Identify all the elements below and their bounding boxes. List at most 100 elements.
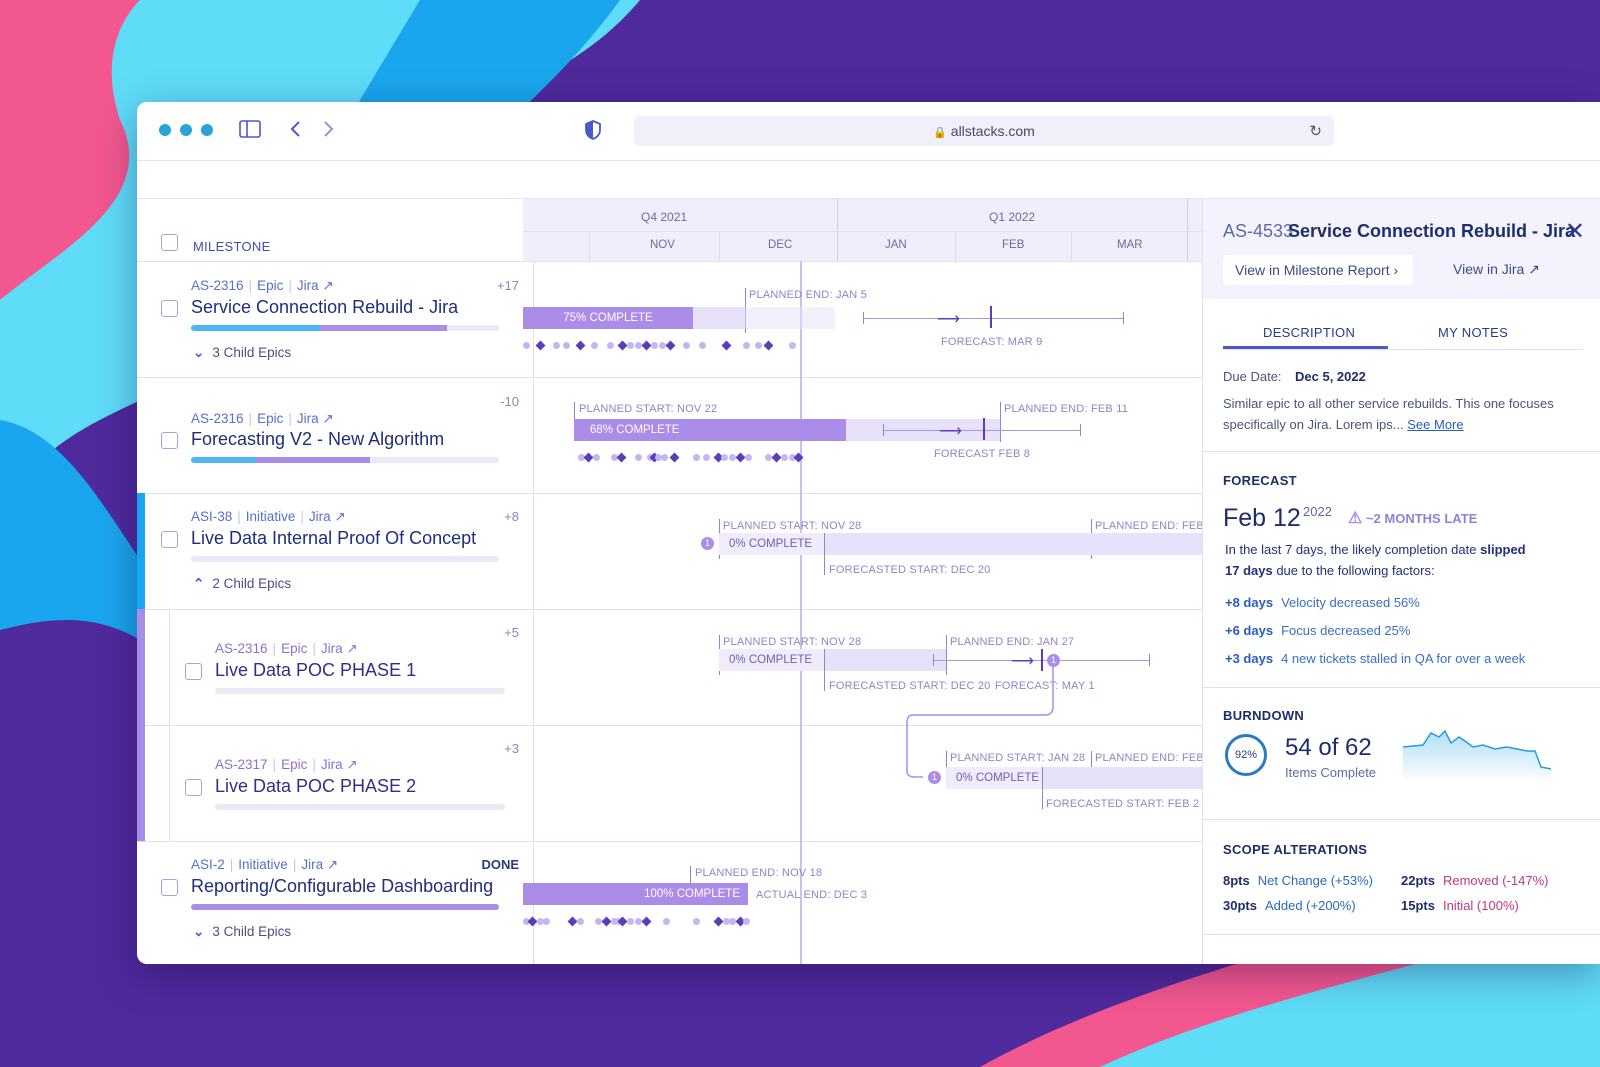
close-icon[interactable]: ✕ xyxy=(1565,217,1585,246)
row-checkbox[interactable] xyxy=(161,879,178,896)
activity-dot xyxy=(593,454,600,461)
external-link-icon[interactable]: ↗ xyxy=(346,757,357,772)
child-epics-toggle[interactable]: ⌄ 3 Child Epics xyxy=(193,924,291,940)
timeline-header: Q4 2021 Q1 2022 NOV DEC JAN FEB MAR xyxy=(523,199,1203,262)
planned-end-label: PLANNED END: JAN 27 xyxy=(950,636,1075,648)
month-label: FEB xyxy=(1002,239,1025,251)
forward-arrow-icon[interactable] xyxy=(323,120,335,142)
scope-alterations-header: SCOPE ALTERATIONS xyxy=(1223,842,1368,857)
forecast-bar[interactable] xyxy=(824,533,1203,555)
planned-start-label: PLANNED START: NOV 28 xyxy=(723,520,862,532)
see-more-link[interactable]: See More xyxy=(1407,417,1463,432)
chevron-down-icon: ⌄ xyxy=(193,345,205,360)
child-epics-toggle[interactable]: ⌃ 2 Child Epics xyxy=(193,576,291,592)
milestone-title[interactable]: Reporting/Configurable Dashboarding xyxy=(191,876,493,897)
gantt-progress-bar[interactable]: 68% COMPLETE xyxy=(574,419,846,441)
scope-item: 8pts Net Change (+53%) xyxy=(1223,873,1373,888)
row-checkbox[interactable] xyxy=(185,779,202,796)
milestone-column-header: MILESTONE xyxy=(193,239,271,254)
warning-icon: ⚠ xyxy=(1348,510,1363,527)
activity-dot xyxy=(721,340,732,351)
browser-toolbar: 🔒 allstacks.com ↻ xyxy=(137,102,1600,161)
child-epics-toggle[interactable]: ⌄ 3 Child Epics xyxy=(193,345,291,361)
milestone-row[interactable]: ASI-2 | Initiative | Jira ↗ DONE Reporting/C… xyxy=(137,841,533,964)
milestone-meta: AS-2316 | Epic | Jira ↗ xyxy=(191,411,334,426)
minimize-window-button[interactable] xyxy=(180,124,192,136)
day-delta: +17 xyxy=(496,278,519,293)
row-checkbox[interactable] xyxy=(185,663,202,680)
external-link-icon[interactable]: ↗ xyxy=(322,278,333,293)
milestone-title[interactable]: Service Connection Rebuild - Jira xyxy=(191,297,458,318)
activity-dot xyxy=(607,342,614,349)
milestone-meta: AS-2317 | Epic | Jira ↗ xyxy=(215,757,358,772)
forecast-year: 2022 xyxy=(1303,504,1332,519)
dependency-badge[interactable]: 1 xyxy=(928,771,941,784)
reload-icon[interactable]: ↻ xyxy=(1309,122,1322,140)
tab-my-notes[interactable]: MY NOTES xyxy=(1438,325,1508,340)
back-arrow-icon[interactable] xyxy=(289,120,301,142)
activity-dot xyxy=(616,452,627,463)
month-label: MAR xyxy=(1117,239,1143,251)
progress-bar xyxy=(191,556,499,562)
gantt-timeline: Q4 2021 Q1 2022 NOV DEC JAN FEB MAR PLAN… xyxy=(523,199,1203,964)
milestone-row[interactable]: AS-2316 | Epic | Jira ↗ -10 Forecasting V2 -… xyxy=(137,377,533,494)
external-link-icon: ↗ xyxy=(1528,261,1540,277)
view-in-jira-link[interactable]: View in Jira ↗ xyxy=(1453,261,1540,278)
planned-start-label: PLANNED START: JAN 28 xyxy=(950,752,1086,764)
activity-dot xyxy=(699,342,706,349)
activity-dot xyxy=(703,454,710,461)
milestone-row[interactable]: AS-2316 | Epic | Jira ↗ +5 Live Data POC PHA… xyxy=(137,609,533,841)
planned-start-label: PLANNED START: NOV 22 xyxy=(579,403,718,415)
milestone-title[interactable]: Live Data POC PHASE 2 xyxy=(215,776,416,797)
selected-indicator xyxy=(137,493,145,609)
forecast-explanation: In the last 7 days, the likely completio… xyxy=(1225,542,1526,578)
url-text: 🔒 allstacks.com xyxy=(933,123,1035,139)
gantt-progress-bar[interactable]: 100% COMPLETE xyxy=(523,883,748,905)
lock-icon: 🔒 xyxy=(933,127,947,139)
activity-dot xyxy=(763,340,774,351)
row-checkbox[interactable] xyxy=(161,531,178,548)
scope-item: 15pts Initial (100%) xyxy=(1401,898,1519,913)
external-link-icon[interactable]: ↗ xyxy=(346,641,357,656)
activity-dot xyxy=(693,918,700,925)
progress-bar xyxy=(191,904,499,910)
milestone-row[interactable]: AS-2317 | Epic | Jira ↗ +3 Live Data POC PHA… xyxy=(137,725,533,842)
tab-description[interactable]: DESCRIPTION xyxy=(1263,325,1355,340)
activity-dot xyxy=(527,916,538,927)
milestone-title[interactable]: Live Data POC PHASE 1 xyxy=(215,660,416,681)
month-label: JAN xyxy=(885,239,907,251)
dependency-badge[interactable]: 1 xyxy=(701,537,714,550)
planned-end-label: PLANNED END: NOV 18 xyxy=(695,867,823,879)
external-link-icon[interactable]: ↗ xyxy=(327,857,338,872)
activity-dot xyxy=(577,918,584,925)
forecast-label: FORECAST: MAR 9 xyxy=(941,336,1043,348)
row-checkbox[interactable] xyxy=(161,432,178,449)
milestone-title[interactable]: Live Data Internal Proof Of Concept xyxy=(191,528,476,549)
burndown-count: 54 of 62 xyxy=(1285,734,1372,761)
close-window-button[interactable] xyxy=(159,124,171,136)
activity-dot xyxy=(669,452,680,463)
milestone-meta: AS-2316 | Epic | Jira ↗ xyxy=(215,641,358,656)
shield-icon[interactable] xyxy=(585,120,601,144)
milestone-title[interactable]: Forecasting V2 - New Algorithm xyxy=(191,429,444,450)
milestone-row[interactable]: AS-2316 | Epic | Jira ↗ +17 Service Connecti… xyxy=(137,261,533,378)
view-milestone-report-button[interactable]: View in Milestone Report › xyxy=(1223,255,1413,285)
activity-dot xyxy=(641,916,652,927)
detail-title: Service Connection Rebuild - Jira xyxy=(1288,221,1576,241)
forecast-bar[interactable] xyxy=(1042,767,1203,789)
gantt-progress-bar[interactable]: 75% COMPLETE xyxy=(523,307,693,329)
external-link-icon[interactable]: ↗ xyxy=(322,411,333,426)
milestone-row[interactable]: ASI-38 | Initiative | Jira ↗ +8 Live Data In… xyxy=(137,493,533,610)
chevron-down-icon: ⌄ xyxy=(193,924,205,939)
select-all-checkbox[interactable] xyxy=(161,234,178,251)
row-checkbox[interactable] xyxy=(161,300,178,317)
forecast-factor: +3 days 4 new tickets stalled in QA for o… xyxy=(1225,651,1526,666)
address-bar[interactable]: 🔒 allstacks.com ↻ xyxy=(634,116,1334,146)
sidebar-toggle-icon[interactable] xyxy=(239,120,261,142)
activity-dot xyxy=(721,454,728,461)
activity-dot xyxy=(743,342,750,349)
activity-dot xyxy=(781,454,788,461)
maximize-window-button[interactable] xyxy=(201,124,213,136)
milestone-meta: ASI-2 | Initiative | Jira ↗ xyxy=(191,857,339,872)
external-link-icon[interactable]: ↗ xyxy=(334,509,345,524)
